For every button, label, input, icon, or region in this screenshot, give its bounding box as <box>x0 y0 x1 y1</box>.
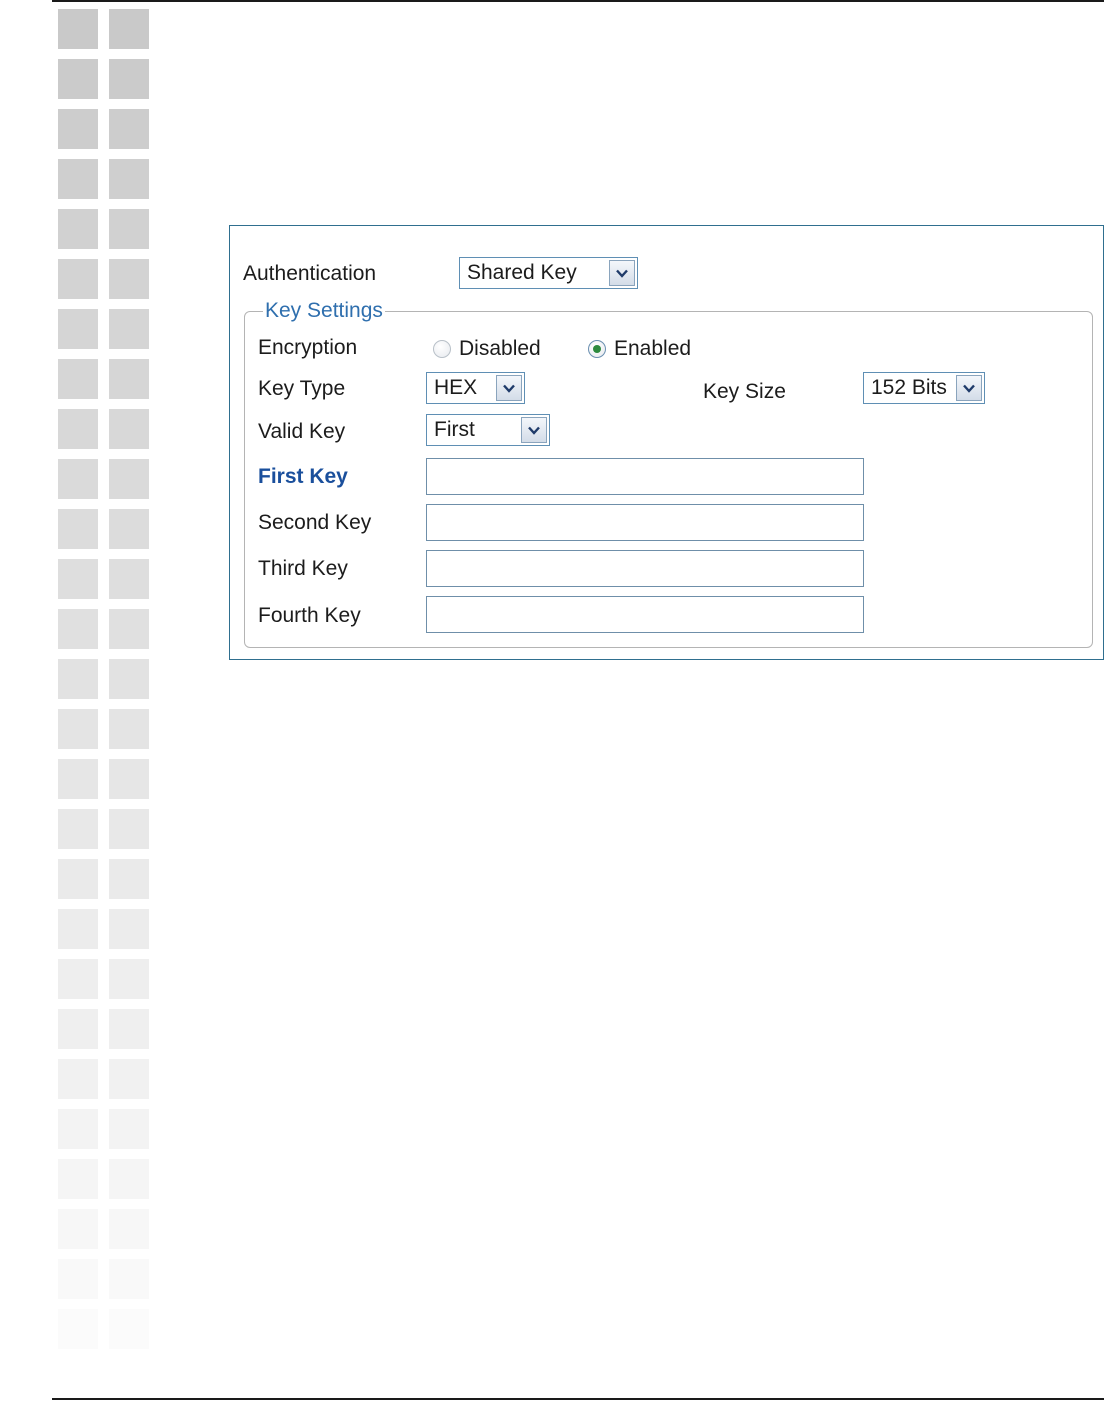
decorative-square <box>109 1209 149 1249</box>
decorative-square <box>109 1059 149 1099</box>
decorative-square <box>109 1309 149 1349</box>
first-key-label: First Key <box>258 465 348 488</box>
decorative-square <box>109 809 149 849</box>
encryption-enabled-label[interactable]: Enabled <box>614 337 691 361</box>
valid-key-select[interactable]: First <box>426 414 550 446</box>
decorative-square <box>109 759 149 799</box>
decorative-square <box>109 1009 149 1049</box>
top-rule <box>52 0 1104 2</box>
key-size-select[interactable]: 152 Bits <box>863 372 985 404</box>
key-settings-legend: Key Settings <box>263 299 385 323</box>
encryption-disabled-radio[interactable] <box>433 340 451 358</box>
key-type-label: Key Type <box>258 377 346 400</box>
decorative-square <box>58 309 98 349</box>
decorative-square <box>58 559 98 599</box>
decorative-square <box>58 109 98 149</box>
key-type-value: HEX <box>434 376 478 399</box>
fourth-key-label: Fourth Key <box>258 604 361 627</box>
decorative-square <box>58 59 98 99</box>
decorative-square <box>58 9 98 49</box>
second-key-input[interactable] <box>426 504 864 541</box>
decorative-square <box>109 659 149 699</box>
authentication-select[interactable]: Shared Key <box>459 257 638 289</box>
valid-key-label: Valid Key <box>258 420 346 443</box>
decorative-square <box>58 1309 98 1349</box>
decorative-square <box>58 1009 98 1049</box>
decorative-square <box>109 859 149 899</box>
decorative-square <box>109 1159 149 1199</box>
decorative-square <box>58 1259 98 1299</box>
third-key-label: Third Key <box>258 557 348 580</box>
decorative-square <box>58 759 98 799</box>
decorative-square <box>58 1209 98 1249</box>
decorative-square <box>109 9 149 49</box>
encryption-label: Encryption <box>258 336 358 359</box>
decorative-square <box>109 909 149 949</box>
decorative-square <box>109 159 149 199</box>
decorative-square <box>58 959 98 999</box>
chevron-down-icon[interactable] <box>521 417 547 443</box>
decorative-square <box>109 409 149 449</box>
chevron-down-icon[interactable] <box>496 375 522 401</box>
decorative-square <box>58 809 98 849</box>
decorative-square <box>58 709 98 749</box>
decorative-square <box>58 909 98 949</box>
authentication-label: Authentication <box>243 262 377 285</box>
decorative-square <box>58 359 98 399</box>
decorative-square <box>109 709 149 749</box>
second-key-label: Second Key <box>258 511 372 534</box>
chevron-down-icon[interactable] <box>609 260 635 286</box>
decorative-square <box>58 1059 98 1099</box>
decorative-square <box>109 209 149 249</box>
decorative-square <box>58 609 98 649</box>
decorative-square <box>109 309 149 349</box>
key-size-label: Key Size <box>703 380 786 403</box>
decorative-square <box>58 459 98 499</box>
decorative-square <box>58 259 98 299</box>
decorative-square <box>109 1109 149 1149</box>
encryption-disabled-label[interactable]: Disabled <box>459 337 541 361</box>
bottom-rule <box>52 1398 1104 1400</box>
decorative-square <box>109 1259 149 1299</box>
decorative-square <box>58 209 98 249</box>
decorative-square <box>58 1159 98 1199</box>
decorative-square <box>58 409 98 449</box>
decorative-square <box>109 459 149 499</box>
first-key-input[interactable] <box>426 458 864 495</box>
decorative-square <box>109 359 149 399</box>
third-key-input[interactable] <box>426 550 864 587</box>
key-type-select[interactable]: HEX <box>426 372 525 404</box>
decorative-square <box>58 859 98 899</box>
decorative-square <box>58 1109 98 1149</box>
decorative-square <box>109 509 149 549</box>
decorative-square <box>109 259 149 299</box>
decorative-square <box>109 109 149 149</box>
key-size-value: 152 Bits <box>871 376 947 399</box>
wireless-security-panel: Authentication Shared Key Key Settings E… <box>229 225 1104 660</box>
decorative-square <box>109 959 149 999</box>
valid-key-value: First <box>434 418 475 441</box>
decorative-square <box>109 609 149 649</box>
encryption-enabled-radio[interactable] <box>588 340 606 358</box>
decorative-square <box>58 159 98 199</box>
decorative-square <box>109 59 149 99</box>
decorative-square <box>58 509 98 549</box>
chevron-down-icon[interactable] <box>956 375 982 401</box>
authentication-value: Shared Key <box>467 261 577 284</box>
decorative-square <box>58 659 98 699</box>
decorative-square <box>109 559 149 599</box>
fourth-key-input[interactable] <box>426 596 864 633</box>
